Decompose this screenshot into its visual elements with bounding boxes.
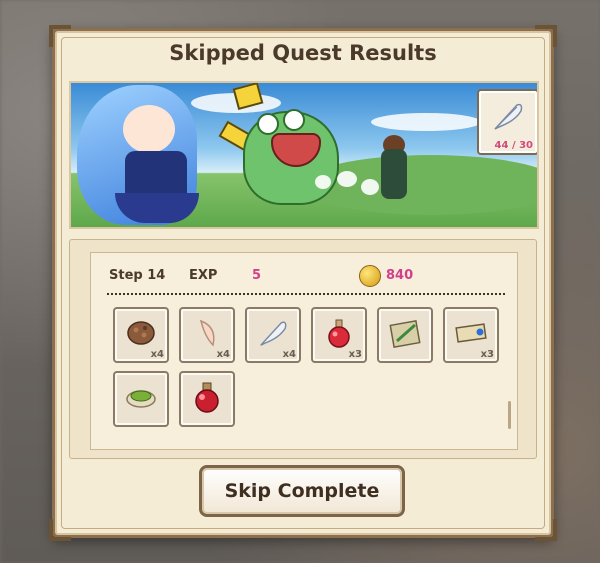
- scroll-quill-icon: [389, 320, 421, 348]
- item-quantity: x4: [150, 349, 164, 360]
- quest-banner-illustration: 44 / 30: [69, 81, 539, 229]
- exp-label: EXP: [189, 268, 218, 283]
- dust-cloud: [337, 171, 357, 187]
- boy-character: [381, 149, 407, 199]
- feather-icon: [494, 103, 523, 130]
- rewards-panel: Step 14 EXP 5 840 x4 x4 x4 x3 x3: [69, 239, 537, 459]
- reward-item[interactable]: x4: [113, 307, 169, 363]
- meat-chunk-icon: [127, 321, 155, 345]
- skipped-quest-results-dialog: Skipped Quest Results 44 / 30 Step 14 EX…: [49, 25, 557, 541]
- item-quantity: x4: [216, 349, 230, 360]
- divider: [107, 293, 505, 295]
- skip-complete-button[interactable]: Skip Complete: [199, 465, 405, 517]
- feather-count: 44 / 30: [494, 140, 533, 151]
- red-potion-icon: [328, 319, 350, 348]
- reward-item[interactable]: x3: [443, 307, 499, 363]
- large-red-potion-icon: [195, 382, 219, 413]
- exp-value: 5: [252, 268, 262, 283]
- dust-cloud: [361, 179, 379, 195]
- step-label: Step 14: [109, 268, 166, 283]
- reward-item[interactable]: x4: [245, 307, 301, 363]
- item-quantity: x4: [282, 349, 296, 360]
- reward-item[interactable]: [377, 307, 433, 363]
- item-quantity: x3: [480, 349, 494, 360]
- reward-item[interactable]: x4: [179, 307, 235, 363]
- frog-eye: [257, 113, 279, 135]
- gold-value: 840: [386, 268, 414, 283]
- reward-item[interactable]: [179, 371, 235, 427]
- feather-icon: [260, 321, 287, 346]
- cloud: [371, 113, 481, 131]
- reward-item[interactable]: x3: [311, 307, 367, 363]
- dialog-title: Skipped Quest Results: [169, 41, 437, 65]
- girl-face: [123, 105, 175, 153]
- fang-icon: [199, 319, 215, 347]
- scrollbar[interactable]: [508, 401, 511, 429]
- frame-corner: [535, 519, 557, 541]
- feather-counter[interactable]: 44 / 30: [477, 89, 537, 155]
- reward-item[interactable]: [113, 371, 169, 427]
- frog-eye: [283, 109, 305, 131]
- gold-coin-icon: [359, 265, 381, 287]
- dust-cloud: [315, 175, 331, 189]
- rewards-inner: Step 14 EXP 5 840 x4 x4 x4 x3 x3: [90, 252, 518, 450]
- frame-corner: [49, 519, 71, 541]
- item-quantity: x3: [348, 349, 362, 360]
- stats-row: Step 14 EXP 5 840: [109, 265, 509, 287]
- ticket-icon: [455, 323, 487, 343]
- herb-plate-icon: [126, 390, 156, 408]
